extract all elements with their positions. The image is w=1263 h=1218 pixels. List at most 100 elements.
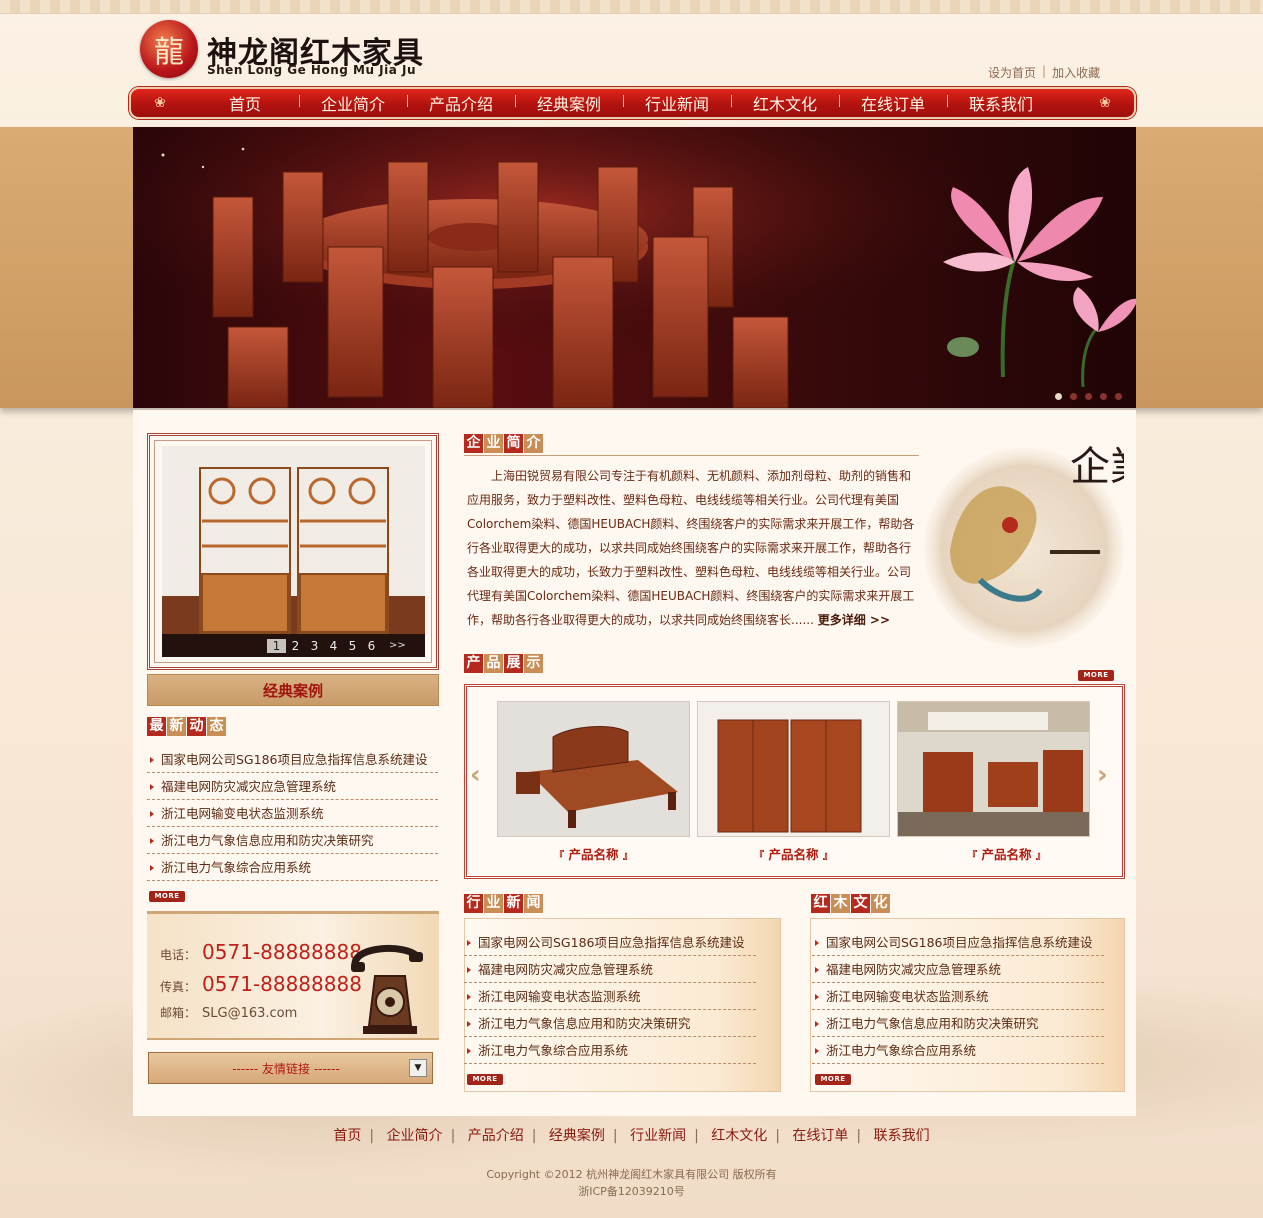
nav-item-cases[interactable]: 经典案例: [515, 91, 623, 115]
intro-more-link[interactable]: 更多详细 >>: [818, 613, 890, 627]
wardrobe-image: [698, 702, 889, 836]
list-item[interactable]: 福建电网防灾减灾应急管理系统: [812, 956, 1104, 983]
tel-label: 电话：: [160, 948, 197, 962]
product-card[interactable]: [897, 701, 1090, 837]
hero-banner[interactable]: [133, 127, 1136, 408]
list-item[interactable]: 国家电网公司SG186项目应急指挥信息系统建设: [812, 929, 1104, 956]
list-item[interactable]: 浙江电网输变电状态监测系统: [147, 800, 438, 827]
footer-link-news[interactable]: 行业新闻: [630, 1128, 686, 1144]
list-item[interactable]: 浙江电网输变电状态监测系统: [812, 983, 1104, 1010]
cloud-ornament-right-icon: ❀: [1099, 95, 1111, 111]
pager-page-2[interactable]: 2: [286, 639, 305, 653]
banner-dot[interactable]: [1055, 393, 1062, 400]
footer-separator: |: [531, 1128, 537, 1144]
latest-more-button[interactable]: MORE: [149, 891, 185, 902]
product-name-text: 产品名称: [568, 847, 619, 862]
pager-next-button[interactable]: >>: [389, 640, 406, 651]
footer-link-contact[interactable]: 联系我们: [874, 1128, 930, 1144]
contact-email-row: 邮箱： SLG@163.com: [160, 1004, 297, 1021]
list-item[interactable]: 国家电网公司SG186项目应急指挥信息系统建设: [464, 929, 756, 956]
banner-dot[interactable]: [1085, 393, 1092, 400]
banner-pagination: [1055, 393, 1122, 400]
banner-furniture-image: [133, 127, 1136, 408]
banner-dot[interactable]: [1100, 393, 1107, 400]
showcase-image[interactable]: [162, 446, 425, 657]
pager-page-5[interactable]: 5: [343, 639, 362, 653]
footer-separator: |: [612, 1128, 618, 1144]
product-name[interactable]: 『 产品名称 』: [497, 844, 690, 863]
title-char: 红: [811, 894, 830, 913]
footer-link-about[interactable]: 企业简介: [387, 1128, 443, 1144]
pager-page-6[interactable]: 6: [362, 639, 381, 653]
top-border-pattern: [0, 0, 1263, 14]
pager-page-3[interactable]: 3: [305, 639, 324, 653]
footer-link-culture[interactable]: 红木文化: [711, 1128, 767, 1144]
pager-page-4[interactable]: 4: [324, 639, 343, 653]
footer-separator: |: [450, 1128, 456, 1144]
icp-text[interactable]: 浙ICP备12039210号: [0, 1183, 1263, 1200]
footer-link-cases[interactable]: 经典案例: [549, 1128, 605, 1144]
nav-item-contact[interactable]: 联系我们: [947, 91, 1055, 115]
telephone-icon: [351, 944, 423, 1034]
footer-link-home[interactable]: 首页: [333, 1128, 361, 1144]
title-char: 新: [504, 894, 523, 913]
list-item[interactable]: 浙江电力气象信息应用和防灾决策研究: [464, 1010, 756, 1037]
list-item[interactable]: 浙江电力气象综合应用系统: [147, 854, 438, 881]
title-char: 最: [147, 717, 166, 736]
list-item[interactable]: 国家电网公司SG186项目应急指挥信息系统建设: [147, 746, 438, 773]
product-card[interactable]: [497, 701, 690, 837]
cloud-ornament-left-icon: ❀: [154, 95, 166, 111]
product-name[interactable]: 『 产品名称 』: [697, 844, 890, 863]
list-item[interactable]: 浙江电网输变电状态监测系统: [464, 983, 756, 1010]
title-char: 文: [851, 894, 870, 913]
friend-links-select[interactable]: ------ 友情链接 ------ ▼: [148, 1052, 433, 1084]
latest-news-list: 国家电网公司SG186项目应急指挥信息系统建设 福建电网防灾减灾应急管理系统 浙…: [147, 746, 438, 881]
top-links-separator: |: [1042, 64, 1047, 78]
intro-decoration: 企業簡介: [920, 430, 1230, 652]
nav-item-culture[interactable]: 红木文化: [731, 91, 839, 115]
title-char: 介: [524, 434, 543, 453]
industry-news-title: 行 业 新 闻: [464, 894, 543, 913]
footer-link-order[interactable]: 在线订单: [792, 1128, 848, 1144]
title-char: 展: [504, 654, 523, 673]
list-item[interactable]: 福建电网防灾减灾应急管理系统: [147, 773, 438, 800]
product-name[interactable]: 『 产品名称 』: [910, 844, 1103, 863]
quote-open: 『: [967, 851, 978, 862]
footer-link-products[interactable]: 产品介绍: [468, 1128, 524, 1144]
copyright-text: Copyright ©2012 杭州神龙阁红木家具有限公司 版权所有: [486, 1168, 777, 1181]
chevron-right-icon[interactable]: ›: [1097, 760, 1108, 790]
nav-item-about[interactable]: 企业简介: [299, 91, 407, 115]
nav-item-products[interactable]: 产品介绍: [407, 91, 515, 115]
nav-item-order[interactable]: 在线订单: [839, 91, 947, 115]
list-item[interactable]: 浙江电力气象信息应用和防灾决策研究: [147, 827, 438, 854]
footer-separator: |: [775, 1128, 780, 1144]
nav-item-home[interactable]: 首页: [191, 91, 299, 115]
culture-more-button[interactable]: MORE: [815, 1074, 851, 1085]
contact-tel-row: 电话： 0571-88888888: [160, 940, 362, 964]
email-label: 邮箱：: [160, 1006, 197, 1020]
pager-page-1[interactable]: 1: [267, 638, 286, 653]
set-home-link[interactable]: 设为首页: [988, 64, 1036, 81]
banner-dot[interactable]: [1115, 393, 1122, 400]
add-favorite-link[interactable]: 加入收藏: [1052, 64, 1100, 81]
list-item[interactable]: 浙江电力气象综合应用系统: [812, 1037, 1104, 1064]
product-card[interactable]: [697, 701, 890, 837]
industry-news-list: 国家电网公司SG186项目应急指挥信息系统建设 福建电网防灾减灾应急管理系统 浙…: [464, 929, 756, 1064]
products-more-button[interactable]: MORE: [1078, 670, 1114, 681]
list-item[interactable]: 浙江电力气象综合应用系统: [464, 1037, 756, 1064]
cabinet-image: [162, 446, 425, 657]
nav-item-news[interactable]: 行业新闻: [623, 91, 731, 115]
chevron-left-icon[interactable]: ‹: [470, 760, 481, 790]
list-item[interactable]: 福建电网防灾减灾应急管理系统: [464, 956, 756, 983]
list-item[interactable]: 浙江电力气象信息应用和防灾决策研究: [812, 1010, 1104, 1037]
title-char: 新: [167, 717, 186, 736]
cases-title-bar[interactable]: 经典案例: [147, 674, 439, 706]
industry-news-more-button[interactable]: MORE: [467, 1074, 503, 1085]
copyright-block: Copyright ©2012 杭州神龙阁红木家具有限公司 版权所有 浙ICP备…: [0, 1166, 1263, 1200]
title-char: 业: [484, 894, 503, 913]
dragon-logo-icon[interactable]: 龍: [140, 20, 198, 78]
banner-dot[interactable]: [1070, 393, 1077, 400]
fax-value: 0571-88888888: [202, 972, 362, 996]
bed-image: [498, 702, 689, 836]
chevron-down-icon[interactable]: ▼: [409, 1059, 427, 1077]
